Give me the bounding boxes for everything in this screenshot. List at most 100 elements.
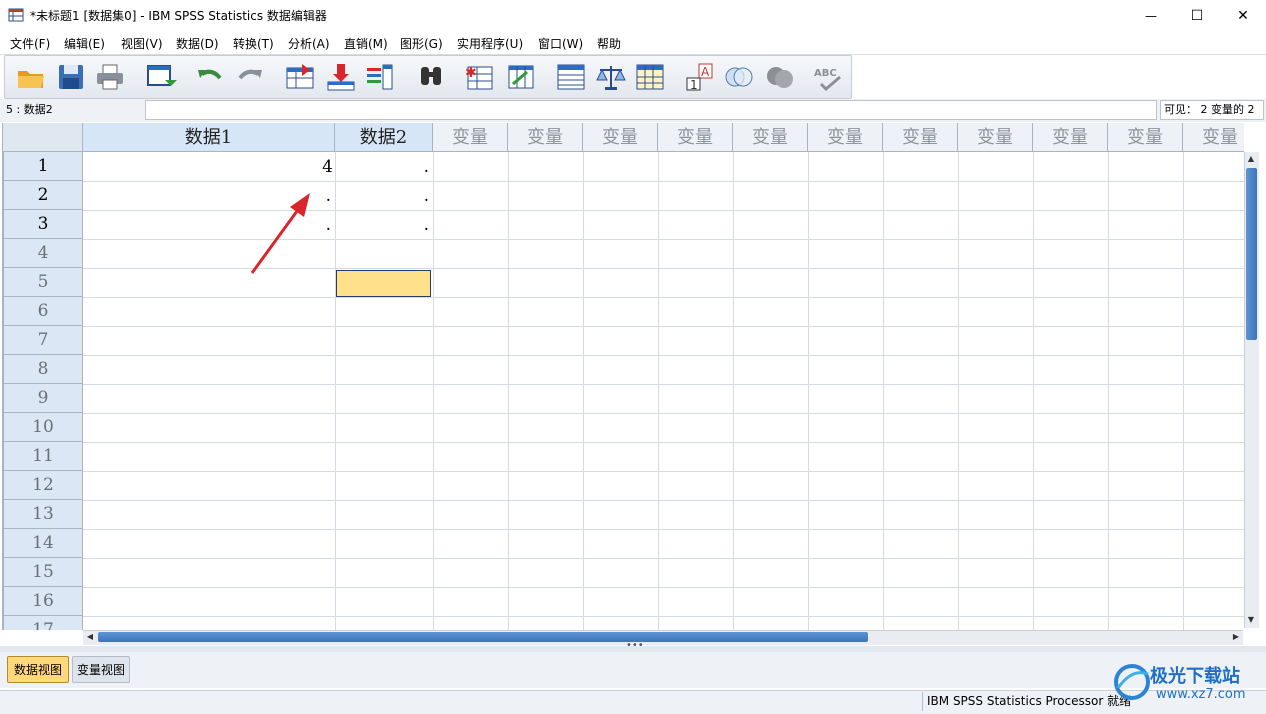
column-header-var[interactable]: 变量: [508, 123, 583, 152]
insert-variable-button[interactable]: [505, 62, 537, 92]
row-header[interactable]: 1: [3, 152, 83, 181]
column-header-var[interactable]: 变量: [733, 123, 808, 152]
menu-file[interactable]: 文件(F): [10, 35, 50, 52]
open-folder-button[interactable]: [15, 62, 47, 92]
menu-direct-marketing[interactable]: 直销(M): [344, 35, 388, 52]
grid-line: [83, 529, 1244, 530]
find-button[interactable]: [415, 62, 447, 92]
scroll-up-icon[interactable]: ▲: [1245, 153, 1257, 165]
menu-analyze[interactable]: 分析(A): [288, 35, 330, 52]
undo-icon: [198, 69, 222, 80]
spell-check-button[interactable]: ABC: [813, 62, 845, 92]
menu-utilities[interactable]: 实用程序(U): [457, 35, 523, 52]
weight-cases-button[interactable]: [595, 62, 627, 92]
column-header-var[interactable]: 变量: [583, 123, 658, 152]
redo-button[interactable]: [234, 62, 266, 92]
vertical-scroll-thumb[interactable]: [1246, 168, 1257, 340]
view-tab-bar: 数据视图 变量视图: [0, 652, 1266, 688]
select-cases-button[interactable]: [634, 62, 666, 92]
scroll-down-icon[interactable]: ▼: [1245, 614, 1257, 626]
svg-text:ABC: ABC: [814, 68, 837, 79]
grid-line: [83, 616, 1244, 617]
close-button[interactable]: ✕: [1220, 0, 1266, 31]
cell-reference: 5 : 数据2: [6, 103, 53, 116]
grid-corner[interactable]: [3, 123, 83, 152]
column-header-data2[interactable]: 数据2: [335, 123, 433, 152]
value-labels-icon: A1: [686, 63, 713, 92]
insert-cases-icon: ✱: [465, 65, 493, 90]
grid-line: [83, 297, 1244, 298]
row-header[interactable]: 10: [3, 413, 83, 442]
row-header[interactable]: 8: [3, 355, 83, 384]
value-labels-button[interactable]: A1: [685, 62, 717, 92]
maximize-icon: ☐: [1190, 7, 1204, 24]
row-header[interactable]: 13: [3, 500, 83, 529]
use-sets-button[interactable]: [723, 62, 755, 92]
data-grid: 数据1 数据2 变量 变量 变量 变量 变量 变量 变量 变量 变量 变量 变量…: [2, 123, 1244, 630]
minimize-icon: —: [1145, 8, 1157, 23]
menu-window[interactable]: 窗口(W): [538, 35, 583, 52]
column-header-var[interactable]: 变量: [808, 123, 883, 152]
tab-variable-view[interactable]: 变量视图: [72, 656, 130, 683]
column-header-var[interactable]: 变量: [658, 123, 733, 152]
find-icon: [421, 67, 441, 85]
menu-edit[interactable]: 编辑(E): [64, 35, 105, 52]
minimize-button[interactable]: —: [1128, 0, 1174, 31]
column-header-var[interactable]: 变量: [1033, 123, 1108, 152]
data-cell[interactable]: .: [337, 211, 429, 239]
selected-cell[interactable]: [336, 270, 431, 297]
maximize-button[interactable]: ☐: [1174, 0, 1220, 31]
menu-graphs[interactable]: 图形(G): [400, 35, 443, 52]
save-button[interactable]: [55, 62, 87, 92]
menu-view[interactable]: 视图(V): [121, 35, 163, 52]
row-header[interactable]: 11: [3, 442, 83, 471]
column-header-var[interactable]: 变量: [958, 123, 1033, 152]
print-button[interactable]: [94, 62, 126, 92]
menu-data[interactable]: 数据(D): [176, 35, 219, 52]
column-header-var[interactable]: 变量: [1108, 123, 1183, 152]
menu-help[interactable]: 帮助: [597, 35, 621, 52]
variables-button[interactable]: [363, 62, 395, 92]
column-header-var[interactable]: 变量: [433, 123, 508, 152]
data-cell[interactable]: 4: [87, 153, 333, 181]
goto-case-button[interactable]: [284, 62, 316, 92]
row-header[interactable]: 6: [3, 297, 83, 326]
processor-status: IBM SPSS Statistics Processor 就绪: [922, 692, 1135, 711]
scroll-right-icon[interactable]: ▶: [1230, 631, 1242, 643]
column-header-var[interactable]: 变量: [883, 123, 958, 152]
horizontal-scroll-thumb[interactable]: [98, 632, 868, 642]
data-cell[interactable]: .: [337, 153, 429, 181]
row-header[interactable]: 14: [3, 529, 83, 558]
insert-cases-button[interactable]: ✱: [463, 62, 495, 92]
row-header[interactable]: 4: [3, 239, 83, 268]
column-header-var[interactable]: 变量: [1183, 123, 1244, 152]
tab-data-view[interactable]: 数据视图: [7, 656, 69, 683]
split-file-icon: [557, 64, 585, 90]
undo-button[interactable]: [194, 62, 226, 92]
row-header[interactable]: 3: [3, 210, 83, 239]
svg-text:1: 1: [690, 78, 698, 92]
data-cell[interactable]: .: [337, 182, 429, 210]
row-header[interactable]: 9: [3, 384, 83, 413]
row-header[interactable]: 16: [3, 587, 83, 616]
recall-dialog-button[interactable]: [145, 62, 177, 92]
row-header[interactable]: 2: [3, 181, 83, 210]
split-file-button[interactable]: [555, 62, 587, 92]
show-all-variables-button[interactable]: [764, 62, 796, 92]
cell-value-input[interactable]: [145, 100, 1157, 120]
row-header[interactable]: 7: [3, 326, 83, 355]
row-header[interactable]: 17: [3, 616, 83, 630]
show-all-variables-icon: [767, 67, 793, 88]
grid-line: [83, 587, 1244, 588]
row-header[interactable]: 5: [3, 268, 83, 297]
row-header[interactable]: 15: [3, 558, 83, 587]
spss-app-icon: [8, 8, 24, 22]
goto-variable-icon: [327, 64, 355, 91]
menu-transform[interactable]: 转换(T): [233, 35, 274, 52]
toolbar: ✱ A1 ABC: [4, 55, 852, 99]
row-header[interactable]: 12: [3, 471, 83, 500]
open-folder-icon: [18, 71, 44, 88]
scroll-left-icon[interactable]: ◀: [84, 631, 96, 643]
column-header-data1[interactable]: 数据1: [83, 123, 335, 152]
goto-variable-button[interactable]: [325, 62, 357, 92]
